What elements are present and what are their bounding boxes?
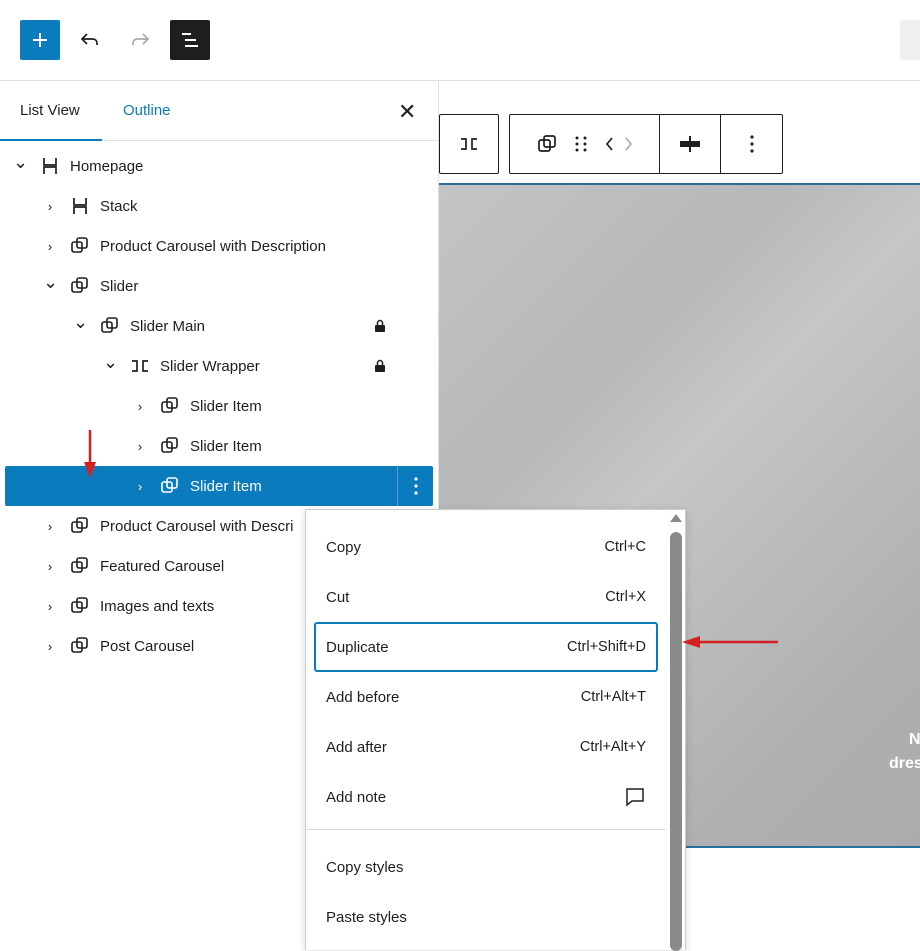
annotation-arrows [84,430,778,648]
red-arrow-left [682,636,778,648]
red-arrow-down [84,430,96,478]
